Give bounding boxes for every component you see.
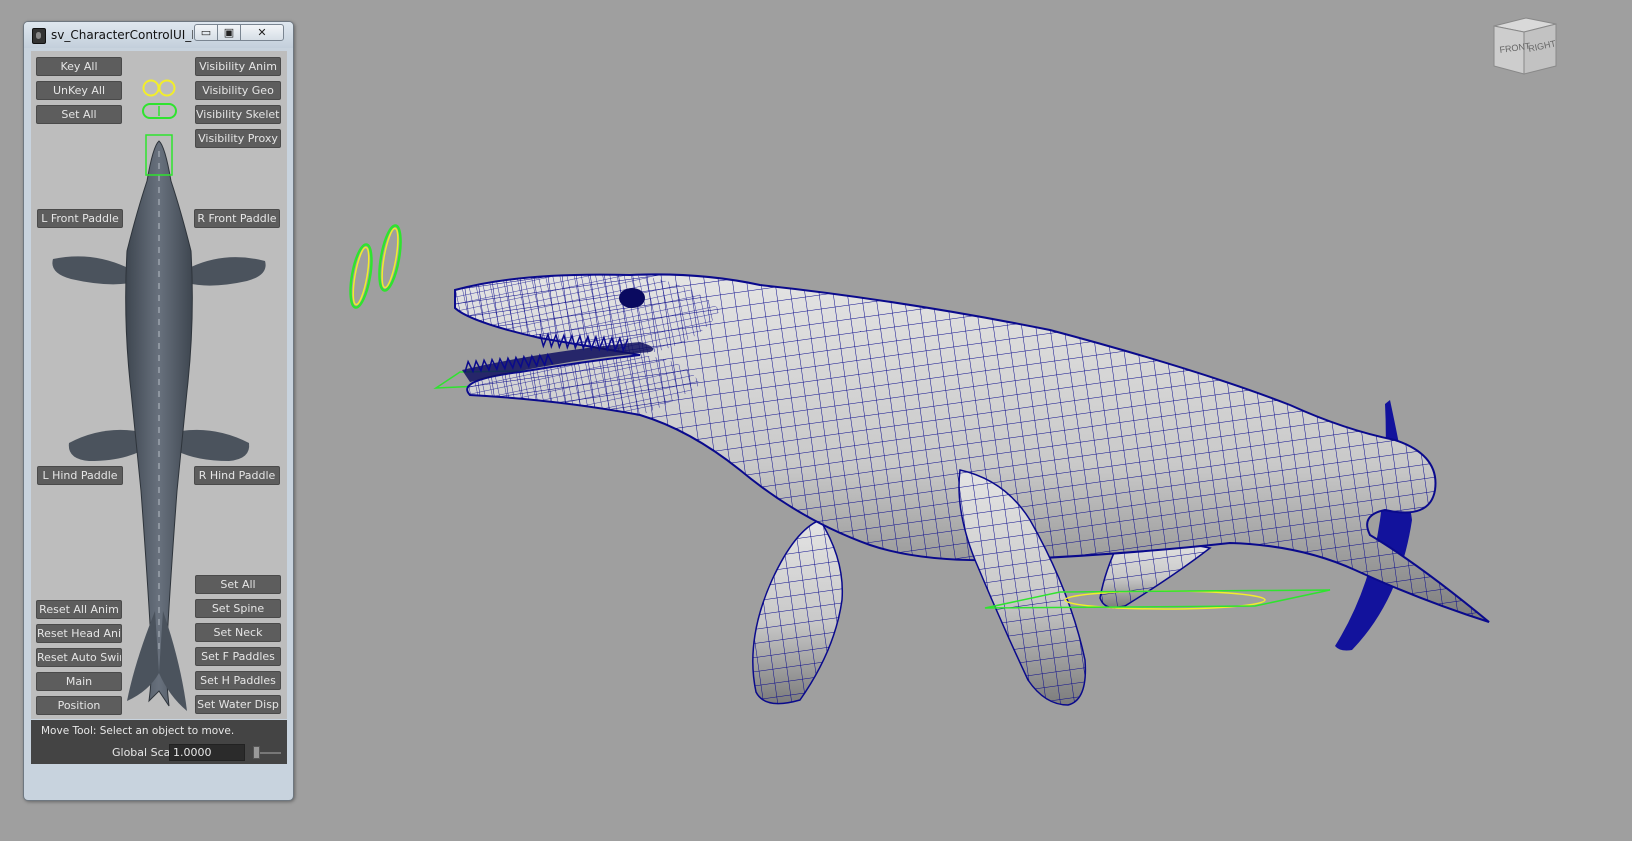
visibility-anim-button[interactable]: Visibility Anim [195,57,281,76]
eyes-control-icon[interactable] [142,79,177,119]
set-neck-button[interactable]: Set Neck [195,623,281,642]
set-water-disp-button[interactable]: Set Water Disp [195,695,281,714]
eye-controls[interactable] [347,224,405,309]
set-spine-button[interactable]: Set Spine [195,599,281,618]
l-hind-paddle-button[interactable]: L Hind Paddle [37,466,123,485]
reset-all-anim-button[interactable]: Reset All Anim [36,600,122,619]
set-f-paddles-button[interactable]: Set F Paddles [195,647,281,666]
global-scale-row: Global Scale [31,742,287,764]
maximize-button[interactable]: ▣ [217,24,241,41]
global-scale-slider-handle[interactable] [253,746,260,759]
viewcube[interactable]: FRONT RIGHT [1486,16,1566,76]
visibility-proxy-button[interactable]: Visibility Proxy [195,129,281,148]
reset-head-anim-button[interactable]: Reset Head Anim [36,624,122,643]
control-panel: Key All UnKey All Set All Visibility Ani… [31,51,287,719]
set-all-top-button[interactable]: Set All [36,105,122,124]
global-scale-field[interactable] [169,744,245,761]
l-front-paddle-button[interactable]: L Front Paddle [37,209,123,228]
visibility-skeleton-button[interactable]: Visibility Skeleton [195,105,281,124]
set-all-bottom-button[interactable]: Set All [195,575,281,594]
window-title: sv_CharacterControlUI_M... [51,28,193,42]
visibility-geo-button[interactable]: Visibility Geo [195,81,281,100]
position-button[interactable]: Position [36,696,122,715]
unkey-all-button[interactable]: UnKey All [36,81,122,100]
reset-auto-swim-button[interactable]: Reset Auto Swim [36,648,122,667]
set-h-paddles-button[interactable]: Set H Paddles [195,671,281,690]
character-control-window[interactable]: sv_CharacterControlUI_M... ▭ ▣ ✕ [23,21,294,801]
maya-window-icon [32,28,46,44]
r-front-paddle-button[interactable]: R Front Paddle [194,209,280,228]
minimize-button[interactable]: ▭ [194,24,218,41]
key-all-button[interactable]: Key All [36,57,122,76]
window-titlebar[interactable]: sv_CharacterControlUI_M... ▭ ▣ ✕ [24,22,293,48]
mosasaur-wireframe-model[interactable] [454,273,1490,706]
close-button[interactable]: ✕ [240,24,284,41]
help-line: Move Tool: Select an object to move. [31,720,287,744]
r-hind-paddle-button[interactable]: R Hind Paddle [194,466,280,485]
main-button[interactable]: Main [36,672,122,691]
